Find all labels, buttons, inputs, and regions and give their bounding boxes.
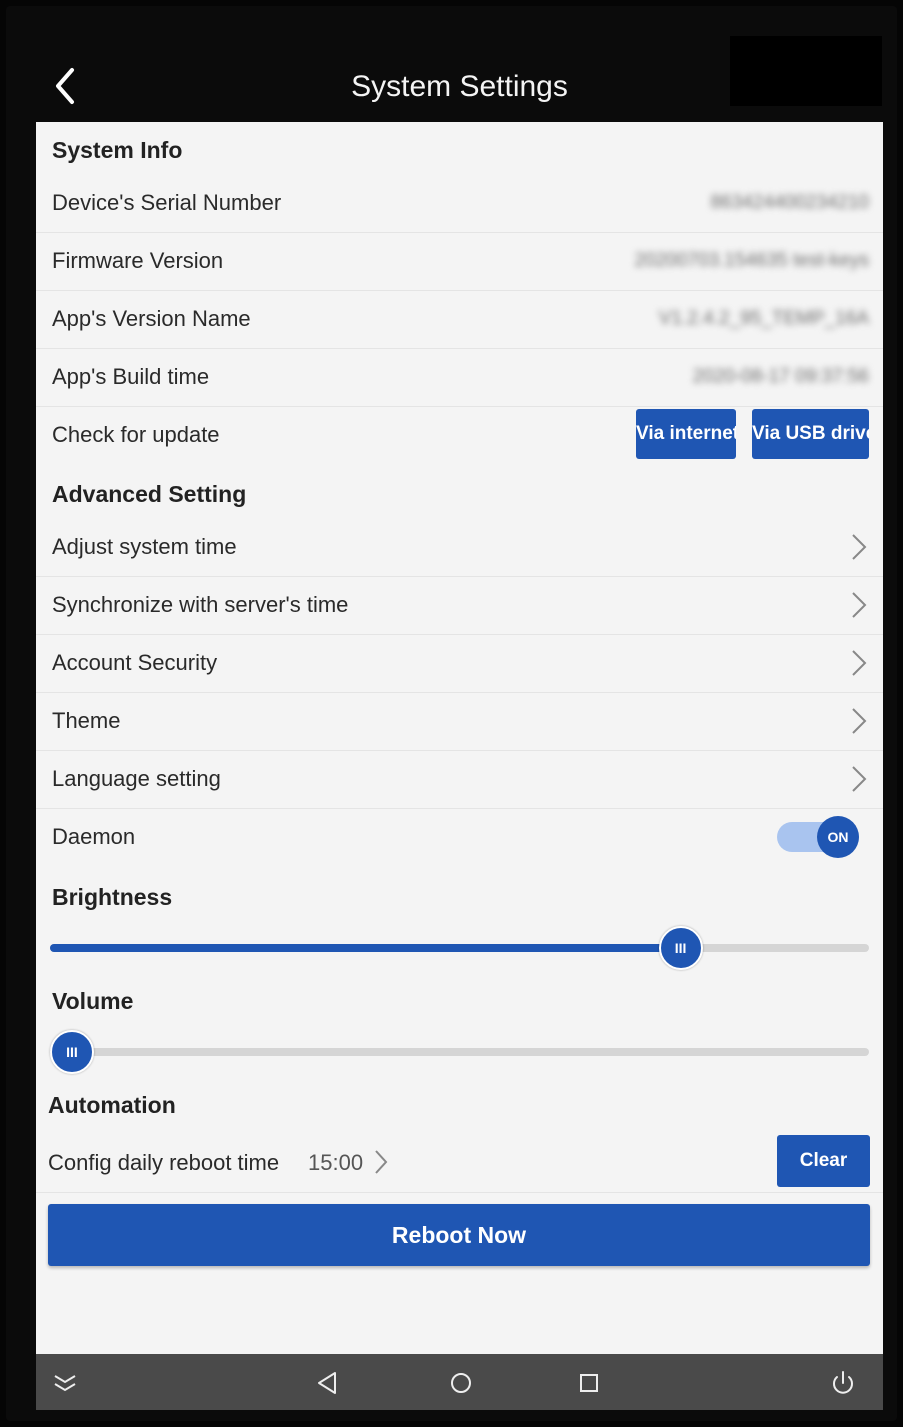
firmware-version-value: 20200703.154635 test-keys [634,250,869,271]
row-daily-reboot: Config daily reboot time 15:00 Clear [36,1130,883,1193]
row-account-security[interactable]: Account Security [36,634,883,693]
brightness-slider-fill [50,944,681,952]
brightness-slider[interactable]: III [50,926,869,970]
serial-number-label: Device's Serial Number [52,190,282,215]
recents-square-icon[interactable] [574,1368,604,1398]
volume-slider[interactable]: III [50,1030,869,1074]
chevron-right-icon [852,534,867,560]
firmware-version-label: Firmware Version [52,248,224,273]
check-update-label: Check for update [52,422,220,447]
row-app-version: App's Version Name V1.2.4.2_95_TEMP_16A [36,290,883,349]
theme-label: Theme [52,708,121,733]
chevron-right-icon [852,592,867,618]
brightness-slider-thumb[interactable]: III [658,926,703,970]
section-heading-brightness: Brightness [52,884,173,910]
toggle-knob: ON [817,816,859,858]
volume-slider-thumb[interactable]: III [50,1030,94,1074]
settings-screen: System Info Device's Serial Number 86342… [36,122,883,1354]
clear-button[interactable]: Clear [777,1135,870,1187]
section-heading-system-info: System Info [52,137,183,163]
language-setting-label: Language setting [52,766,221,791]
sync-server-time-label: Synchronize with server's time [52,592,349,617]
section-heading-volume: Volume [52,988,134,1014]
row-check-update: Check for update Via internet Via USB dr… [36,406,883,464]
daemon-toggle[interactable]: ON [777,816,859,858]
power-icon[interactable] [828,1368,858,1398]
daemon-label: Daemon [52,824,136,849]
via-internet-button[interactable]: Via internet [636,409,736,459]
row-theme[interactable]: Theme [36,692,883,751]
row-language-setting[interactable]: Language setting [36,750,883,809]
adjust-system-time-label: Adjust system time [52,534,237,559]
section-heading-automation: Automation [48,1092,176,1118]
row-adjust-system-time[interactable]: Adjust system time [36,518,883,577]
chevron-right-icon [852,766,867,792]
camera-notch [730,36,882,106]
row-daemon: Daemon ON [36,808,883,866]
daily-reboot-time[interactable]: 15:00 [308,1150,363,1176]
row-sync-server-time[interactable]: Synchronize with server's time [36,576,883,635]
row-app-build-time: App's Build time 2020-08-17 09:37:56 [36,348,883,407]
daily-reboot-label: Config daily reboot time [48,1150,280,1175]
row-firmware-version: Firmware Version 20200703.154635 test-ke… [36,232,883,291]
app-version-value: V1.2.4.2_95_TEMP_16A [658,308,869,329]
collapse-icon[interactable] [50,1368,80,1398]
section-heading-advanced: Advanced Setting [52,481,247,507]
navigation-bar [36,1354,883,1410]
row-serial-number: Device's Serial Number 863424400234210 [36,174,883,233]
app-build-time-value: 2020-08-17 09:37:56 [692,366,869,387]
chevron-right-icon [852,650,867,676]
reboot-now-button[interactable]: Reboot Now [48,1204,870,1266]
app-build-time-label: App's Build time [52,364,210,389]
chevron-right-icon[interactable] [372,1148,390,1176]
via-usb-drive-button[interactable]: Via USB drive [752,409,869,459]
back-triangle-icon[interactable] [313,1368,343,1398]
home-circle-icon[interactable] [446,1368,476,1398]
serial-number-value: 863424400234210 [710,192,869,213]
app-version-label: App's Version Name [52,306,251,331]
account-security-label: Account Security [52,650,218,675]
chevron-right-icon [852,708,867,734]
